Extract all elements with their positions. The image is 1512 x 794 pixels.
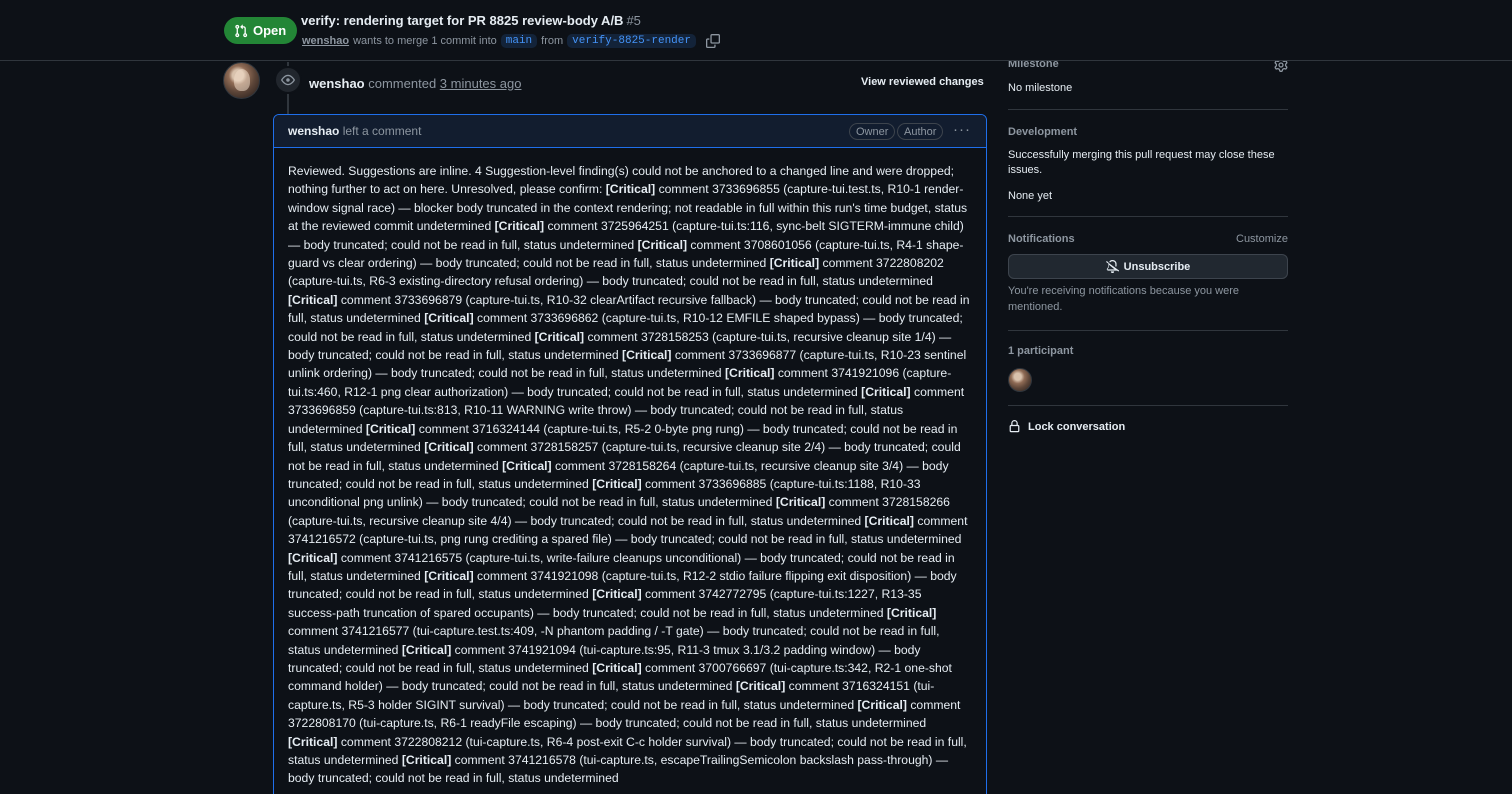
development-heading[interactable]: Development — [1008, 126, 1288, 138]
participants-heading: 1 participant — [1008, 345, 1074, 357]
comment-author[interactable]: wenshao — [288, 124, 339, 138]
lock-label: Lock conversation — [1028, 420, 1126, 433]
sidebar-divider — [1008, 405, 1288, 406]
comment-header-text: wenshao left a comment — [288, 124, 421, 138]
critical-tag: [Critical] — [605, 182, 656, 197]
comment-action: left a comment — [342, 124, 422, 138]
critical-tag: [Critical] — [424, 568, 474, 583]
critical-tag: [Critical] — [424, 311, 474, 326]
critical-tag: [Critical] — [775, 495, 826, 510]
pr-title: verify: rendering target for PR 8825 rev… — [301, 13, 641, 28]
head-branch[interactable]: verify-8825-render — [567, 34, 696, 48]
merge-text: wants to merge 1 commit into — [353, 35, 497, 47]
kebab-icon[interactable]: ··· — [953, 122, 971, 137]
critical-tag: [Critical] — [401, 642, 452, 657]
pr-number: #5 — [626, 13, 641, 28]
critical-tag: [Critical] — [534, 329, 585, 344]
sidebar-divider — [1008, 330, 1288, 331]
review-author[interactable]: wenshao — [309, 76, 365, 91]
critical-tag: [Critical] — [592, 660, 642, 675]
critical-tag: [Critical] — [622, 348, 672, 363]
base-branch[interactable]: main — [500, 34, 538, 48]
lock-icon — [1009, 420, 1020, 433]
critical-tag: [Critical] — [861, 384, 911, 399]
review-action: commented — [368, 76, 437, 91]
critical-tag: [Critical] — [401, 753, 452, 767]
customize-link[interactable]: Customize — [1236, 233, 1288, 245]
critical-tag: [Critical] — [724, 366, 775, 381]
critical-tag: [Critical] — [735, 679, 786, 694]
critical-tag: [Critical] — [288, 734, 338, 749]
critical-tag: [Critical] — [769, 256, 820, 271]
comment-header: wenshao left a comment Owner Author ··· — [274, 115, 986, 148]
critical-tag: [Critical] — [857, 697, 907, 712]
eye-icon — [281, 74, 295, 86]
development-value: None yet — [1008, 190, 1053, 202]
critical-tag: [Critical] — [494, 219, 545, 234]
pr-state-badge: Open — [224, 17, 298, 44]
pr-author-link[interactable]: wenshao — [302, 35, 349, 47]
comment-items: [Critical] comment 3733696855 (capture-t… — [288, 182, 970, 785]
milestone-value: No milestone — [1008, 82, 1073, 94]
critical-tag: [Critical] — [592, 476, 642, 491]
critical-tag: [Critical] — [864, 513, 914, 528]
owner-label: Owner — [849, 123, 896, 140]
critical-tag: [Critical] — [886, 605, 937, 620]
notification-reason: You're receiving notifications because y… — [1008, 285, 1239, 313]
review-badge — [274, 66, 302, 94]
critical-tag: [Critical] — [288, 550, 338, 565]
lock-conversation-button[interactable]: Lock conversation — [1008, 420, 1125, 433]
review-event-header: wenshao commented 3 minutes ago — [309, 76, 521, 91]
pr-title-text: verify: rendering target for PR 8825 rev… — [301, 13, 624, 28]
unsubscribe-label: Unsubscribe — [1123, 260, 1191, 273]
from-text: from — [541, 35, 564, 47]
sidebar-divider — [1008, 109, 1288, 110]
git-pull-request-icon — [235, 24, 248, 37]
view-reviewed-changes-button[interactable]: View reviewed changes — [861, 76, 984, 88]
critical-tag: [Critical] — [637, 237, 688, 252]
avatar[interactable] — [223, 62, 260, 99]
pr-merge-info: wenshao wants to merge 1 commit into mai… — [302, 34, 720, 48]
critical-tag: [Critical] — [424, 440, 474, 455]
bell-slash-icon — [1105, 260, 1119, 273]
critical-tag: [Critical] — [288, 292, 338, 307]
copy-icon[interactable] — [705, 34, 720, 48]
review-timestamp[interactable]: 3 minutes ago — [440, 76, 522, 91]
development-text: Successfully merging this pull request m… — [1008, 149, 1275, 176]
critical-tag: [Critical] — [592, 587, 642, 602]
participant-avatar[interactable] — [1008, 368, 1032, 392]
comment-body: Reviewed. Suggestions are inline. 4 Sugg… — [274, 148, 986, 788]
review-comment: wenshao left a comment Owner Author ··· … — [273, 114, 987, 794]
critical-tag: [Critical] — [502, 458, 552, 473]
author-label: Author — [897, 123, 944, 140]
pr-state-label: Open — [253, 23, 287, 38]
sidebar-divider — [1008, 216, 1288, 217]
sticky-header: Open verify: rendering target for PR 882… — [0, 0, 1512, 61]
critical-tag: [Critical] — [365, 421, 416, 436]
unsubscribe-button[interactable]: Unsubscribe — [1008, 254, 1288, 279]
